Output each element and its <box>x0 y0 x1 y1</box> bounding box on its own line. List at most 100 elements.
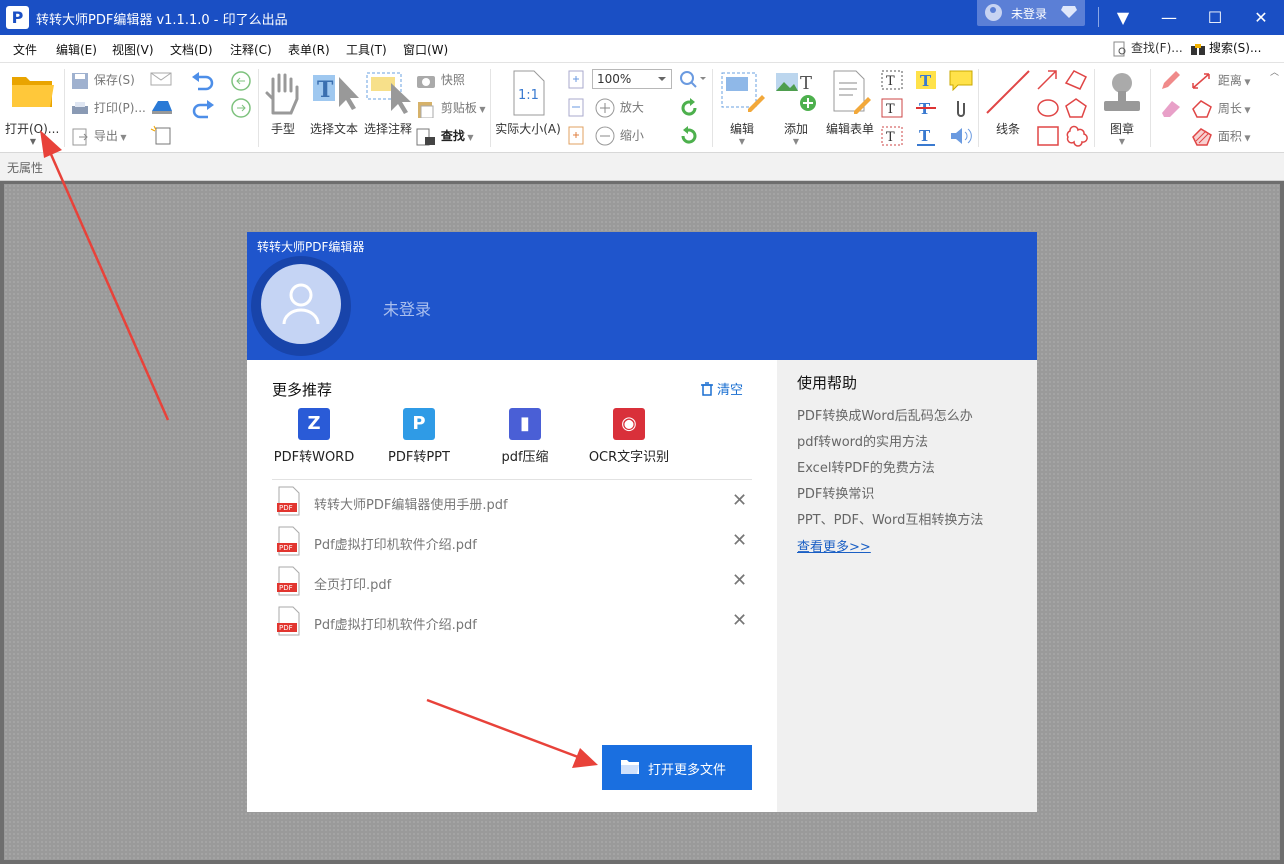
back-button[interactable] <box>230 70 252 95</box>
zoom-out-button[interactable]: 缩小 <box>594 125 644 147</box>
export-button[interactable]: 导出 ▼ <box>70 127 127 146</box>
find-button[interactable]: 查找(F)... <box>1112 39 1183 59</box>
eraser-tool-button[interactable] <box>1158 97 1182 122</box>
remove-recent-file-button[interactable]: ✕ <box>732 490 747 511</box>
dropdown-menu-button[interactable]: ▼ <box>1100 0 1146 35</box>
menu-view[interactable]: 视图(V) <box>112 41 154 58</box>
recent-file-row[interactable]: PDF Pdf虚拟打印机软件介绍.pdf ✕ <box>272 522 752 562</box>
pdf-to-ppt-tool[interactable]: P PDF转PPT <box>382 408 456 465</box>
help-title: 使用帮助 <box>797 374 858 392</box>
login-button[interactable]: 未登录 <box>977 0 1085 26</box>
recent-file-row[interactable]: PDF 转转大师PDF编辑器使用手册.pdf ✕ <box>272 482 752 522</box>
ocr-tool[interactable]: ◉ OCR文字识别 <box>587 408 671 465</box>
trash-icon <box>701 382 713 396</box>
sound-button[interactable] <box>948 125 974 150</box>
polyline-tool-button[interactable] <box>1064 69 1088 94</box>
redo-button[interactable] <box>190 99 216 122</box>
hand-tool-button[interactable]: 手型 <box>262 69 304 137</box>
perimeter-tool-button[interactable]: 周长 ▼ <box>1190 99 1251 119</box>
scan-button[interactable] <box>150 99 174 118</box>
stamp-label: 图章 <box>1109 122 1134 136</box>
user-login-status[interactable]: 未登录 <box>383 296 431 320</box>
fit-page-button[interactable] <box>566 69 586 92</box>
help-link[interactable]: pdf转word的实用方法 <box>797 431 928 450</box>
save-disk-icon <box>72 72 88 89</box>
ellipse-tool-button[interactable] <box>1036 97 1060 122</box>
open-more-files-button[interactable]: 打开更多文件 <box>602 745 752 790</box>
fit-visible-button[interactable] <box>566 125 586 148</box>
help-link[interactable]: Excel转PDF的免费方法 <box>797 457 935 476</box>
zoom-tool-button[interactable] <box>678 69 706 92</box>
pencil-tool-button[interactable] <box>1158 69 1182 94</box>
text-box-button[interactable]: T <box>880 97 904 122</box>
pdf-compress-tool[interactable]: ▮ pdf压缩 <box>490 408 560 465</box>
user-avatar[interactable] <box>261 264 341 344</box>
rectangle-tool-button[interactable] <box>1036 125 1060 150</box>
search-button[interactable]: 搜索(S)... <box>1190 39 1261 59</box>
stamp-tool-button[interactable]: 图章 ▼ <box>1096 69 1148 146</box>
clipboard-icon <box>418 101 434 118</box>
snapshot-button[interactable]: 快照 <box>415 71 465 90</box>
text-field-button[interactable]: T <box>880 69 904 94</box>
ribbon-toolbar: 打开(O)... ▼ 保存(S) 打印(P)... 导出 ▼ 手型 T 选择文本… <box>0 63 1284 153</box>
help-link[interactable]: PDF转换常识 <box>797 483 874 502</box>
menu-edit[interactable]: 编辑(E) <box>56 41 97 58</box>
select-annotation-button[interactable]: 选择注释 <box>360 69 416 137</box>
recent-file-row[interactable]: PDF 全页打印.pdf ✕ <box>272 562 752 602</box>
save-button[interactable]: 保存(S) <box>70 71 135 90</box>
remove-recent-file-button[interactable]: ✕ <box>732 570 747 591</box>
edit-content-button[interactable]: 编辑 ▼ <box>716 69 768 146</box>
zoom-level-select[interactable]: 100% <box>592 69 672 89</box>
attach-file-button[interactable] <box>948 97 974 122</box>
help-link[interactable]: PDF转换成Word后乱码怎么办 <box>797 405 973 424</box>
minimize-button[interactable]: — <box>1146 0 1192 35</box>
view-more-help-link[interactable]: 查看更多>> <box>797 536 871 555</box>
menu-comment[interactable]: 注释(C) <box>230 41 272 58</box>
line-tool-button[interactable]: 线条 <box>982 69 1034 137</box>
find-tool-button[interactable]: 查找 ▼ <box>415 127 474 146</box>
stamp-icon <box>1104 73 1140 111</box>
cloud-tool-button[interactable] <box>1064 125 1088 150</box>
rotate-right-button[interactable] <box>678 125 700 150</box>
remove-recent-file-button[interactable]: ✕ <box>732 530 747 551</box>
svg-text:PDF: PDF <box>279 504 293 512</box>
pdf-to-word-tool[interactable]: Z PDF转WORD <box>272 408 356 465</box>
edit-form-button[interactable]: 编辑表单 <box>822 69 878 137</box>
strikeout-button[interactable]: T <box>914 97 938 122</box>
menu-file[interactable]: 文件 <box>13 41 37 58</box>
email-button[interactable] <box>150 71 172 90</box>
close-window-button[interactable]: ✕ <box>1238 0 1284 35</box>
select-text-button[interactable]: T 选择文本 <box>306 69 362 137</box>
add-content-button[interactable]: T 添加 ▼ <box>770 69 822 146</box>
recent-file-row[interactable]: PDF Pdf虚拟打印机软件介绍.pdf ✕ <box>272 602 752 642</box>
menu-tools[interactable]: 工具(T) <box>346 41 387 58</box>
arrow-tool-button[interactable] <box>1036 69 1060 94</box>
menu-window[interactable]: 窗口(W) <box>403 41 448 58</box>
polygon-tool-button[interactable] <box>1064 97 1088 122</box>
forward-button[interactable] <box>230 97 252 122</box>
ribbon-collapse-button[interactable]: ︿ <box>1270 65 1279 78</box>
highlight-text-button[interactable]: T <box>914 69 938 94</box>
menu-document[interactable]: 文档(D) <box>170 41 213 58</box>
rotate-left-button[interactable] <box>678 97 700 122</box>
clipboard-button[interactable]: 剪贴板 ▼ <box>415 99 486 118</box>
sticky-note-button[interactable] <box>948 69 974 94</box>
open-button[interactable]: 打开(O)... ▼ <box>5 71 61 149</box>
actual-size-button[interactable]: 1:1 实际大小(A) <box>494 69 562 137</box>
undo-button[interactable] <box>190 71 216 94</box>
underline-button[interactable]: T <box>914 125 938 150</box>
remove-recent-file-button[interactable]: ✕ <box>732 610 747 631</box>
help-link[interactable]: PPT、PDF、Word互相转换方法 <box>797 509 983 528</box>
distance-tool-button[interactable]: 距离 ▼ <box>1190 71 1251 91</box>
new-doc-button[interactable] <box>150 125 172 148</box>
save-label: 保存(S) <box>93 73 135 87</box>
zoom-in-button[interactable]: 放大 <box>594 97 644 119</box>
callout-button[interactable]: T <box>880 125 904 150</box>
print-button[interactable]: 打印(P)... <box>70 99 146 118</box>
area-tool-button[interactable]: 面积 ▼ <box>1190 127 1251 147</box>
fit-width-button[interactable] <box>566 97 586 120</box>
zoom-out-label: 缩小 <box>619 128 644 143</box>
clear-history-button[interactable]: 清空 <box>701 379 743 398</box>
maximize-button[interactable]: ☐ <box>1192 0 1238 35</box>
menu-form[interactable]: 表单(R) <box>288 41 330 58</box>
